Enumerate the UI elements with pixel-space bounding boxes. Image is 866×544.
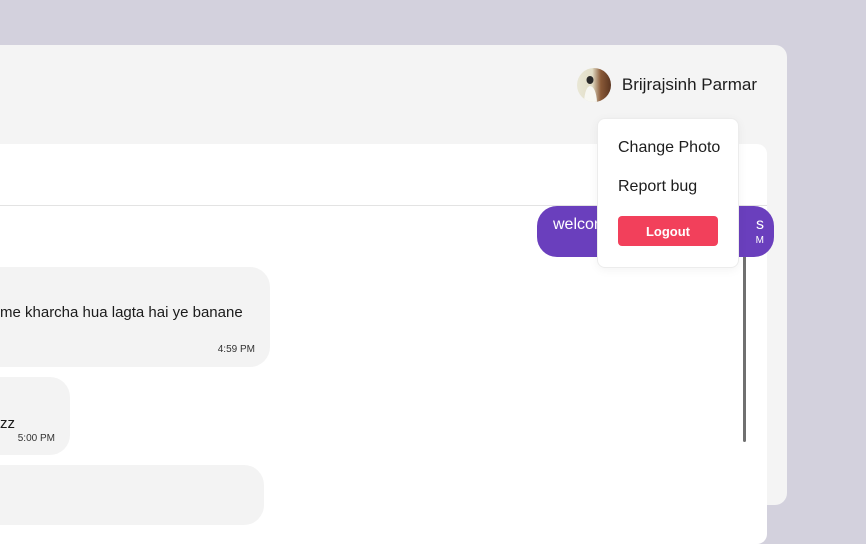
user-name: Brijrajsinh Parmar (621, 75, 757, 94)
message-text: me kharcha hua lagta hai ye banane (0, 304, 243, 321)
user-dropdown-menu: Change Photo Report bug Logout (597, 118, 739, 268)
message-text: zz (0, 415, 15, 432)
message-time: M (755, 235, 764, 246)
message-time: 4:59 PM (217, 344, 255, 355)
message-incoming: zz 5:00 PM (0, 377, 70, 455)
message-text-tail: s (756, 216, 764, 233)
user-menu-trigger[interactable]: Brijrajsinh Parmar (576, 68, 757, 102)
report-bug-menu-item[interactable]: Report bug (618, 178, 697, 196)
message-time: 5:00 PM (17, 433, 55, 444)
change-photo-menu-item[interactable]: Change Photo (618, 139, 720, 157)
message-incoming (0, 465, 264, 525)
avatar[interactable] (576, 68, 611, 102)
logout-button[interactable]: Logout (618, 216, 718, 246)
message-incoming: me kharcha hua lagta hai ye banane 4:59 … (0, 267, 270, 367)
avatar-photo-icon (583, 76, 597, 102)
